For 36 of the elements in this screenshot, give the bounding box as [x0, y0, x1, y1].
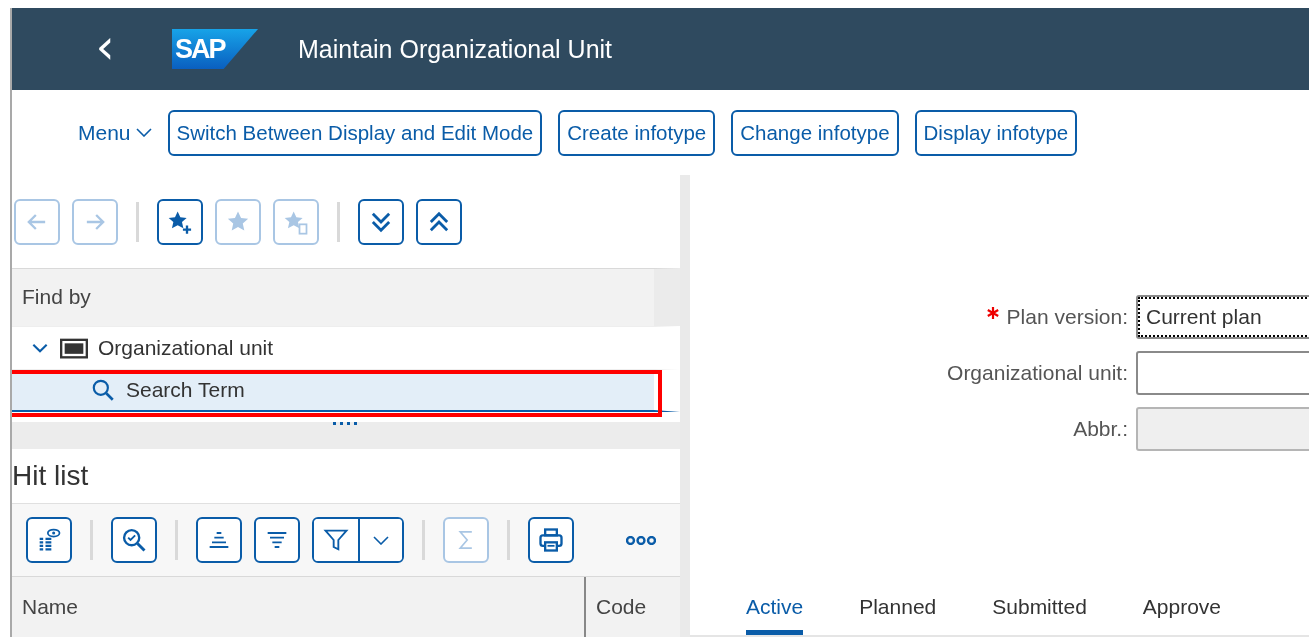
- toolbar-button[interactable]: Change infotype: [731, 109, 899, 156]
- input-field[interactable]: [1136, 351, 1309, 395]
- toolbar-button[interactable]: [157, 199, 203, 246]
- menu-button[interactable]: Menu: [78, 120, 152, 145]
- back-button[interactable]: ‹: [90, 22, 120, 76]
- tab[interactable]: Approve: [1142, 590, 1222, 635]
- tab[interactable]: Submitted: [992, 590, 1087, 635]
- printer-icon: [537, 526, 565, 555]
- toolbar-button[interactable]: [416, 199, 462, 246]
- toolbar-button[interactable]: [254, 517, 300, 564]
- section-title: Hit list: [12, 459, 90, 494]
- more-button[interactable]: [626, 535, 656, 545]
- toolbar-button[interactable]: [26, 517, 72, 564]
- splitter-handle[interactable]: [333, 421, 359, 426]
- toolbar-button[interactable]: [196, 517, 242, 564]
- more-icon: [626, 535, 656, 545]
- field-label: Plan version:: [1006, 305, 1128, 329]
- field-label: Abbr.:: [1073, 417, 1128, 441]
- chevron-down-icon: [135, 128, 152, 137]
- tab[interactable]: Active: [746, 590, 804, 635]
- column-header: Name: [12, 577, 586, 637]
- filter-split-button[interactable]: [312, 517, 404, 564]
- toolbar-button[interactable]: [358, 199, 404, 246]
- column-header: Code: [595, 594, 647, 620]
- toolbar-button[interactable]: Create infotype: [558, 109, 716, 156]
- chevron-down-icon: [373, 535, 389, 545]
- toolbar-button[interactable]: [111, 517, 157, 564]
- app-title: Maintain Organizational Unit: [298, 34, 613, 64]
- field-label: Organizational unit:: [947, 361, 1128, 385]
- logo: SAP: [172, 29, 258, 69]
- toolbar-button[interactable]: [528, 517, 574, 564]
- toolbar-button[interactable]: Display infotype: [914, 109, 1078, 156]
- input-field[interactable]: Current plan: [1136, 295, 1309, 339]
- column-header: Find by: [12, 267, 680, 327]
- toolbar-button[interactable]: Switch Between Display and Edit Mode: [167, 109, 543, 156]
- tab[interactable]: Planned: [859, 590, 937, 635]
